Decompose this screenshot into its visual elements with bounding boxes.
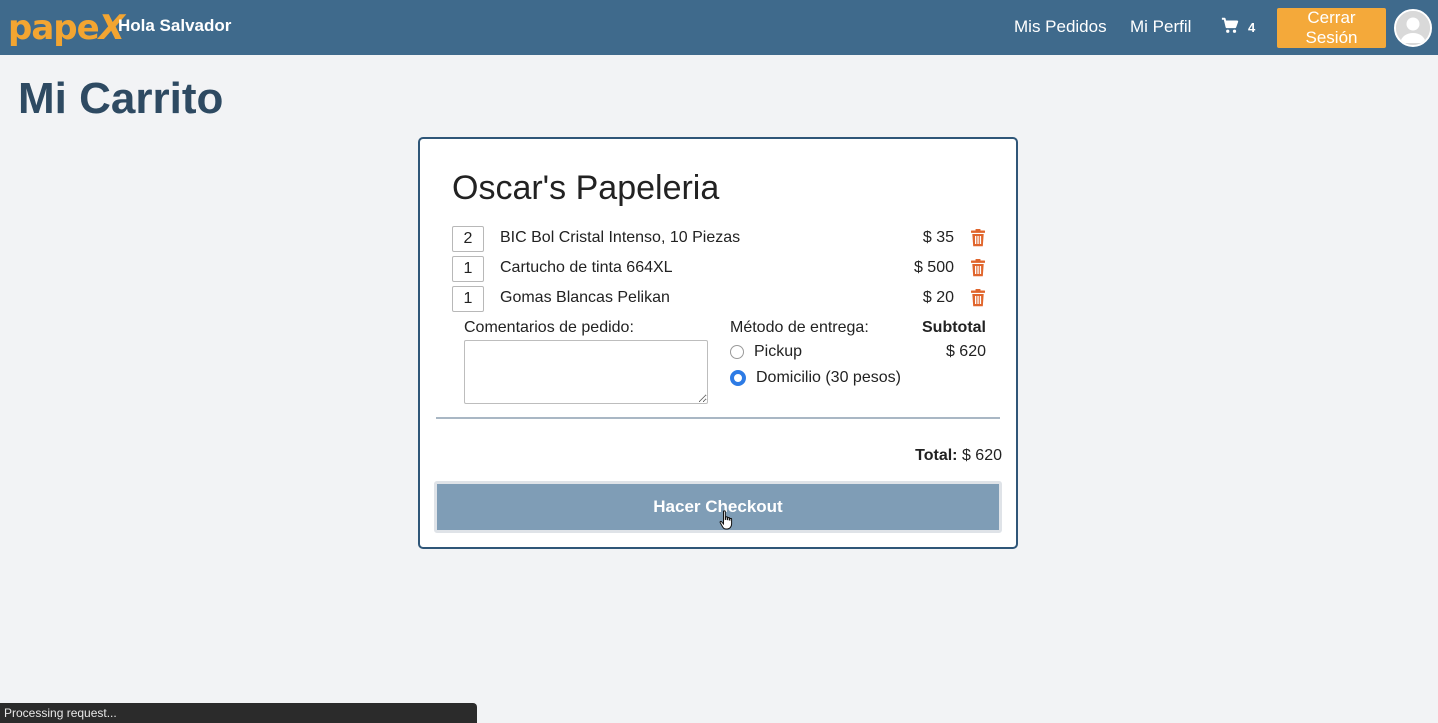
- comments-label: Comentarios de pedido:: [464, 319, 634, 336]
- item-name: BIC Bol Cristal Intenso, 10 Piezas: [500, 229, 741, 246]
- delivery-option-pickup[interactable]: Pickup: [730, 343, 802, 361]
- avatar[interactable]: [1394, 9, 1432, 47]
- checkout-button[interactable]: Hacer Checkout: [434, 481, 1002, 533]
- logo-text: pape: [8, 8, 100, 48]
- delivery-option-domicilio[interactable]: Domicilio (30 pesos): [730, 369, 901, 387]
- radio-pickup[interactable]: [730, 345, 744, 359]
- trash-icon[interactable]: [970, 289, 986, 307]
- item-name: Gomas Blancas Pelikan: [500, 289, 670, 306]
- browser-status-bar: Processing request...: [0, 703, 477, 723]
- radio-domicilio[interactable]: [730, 370, 746, 386]
- cart-item-row: 2 BIC Bol Cristal Intenso, 10 Piezas $ 3…: [452, 226, 986, 252]
- cart-card: Oscar's Papeleria 2 BIC Bol Cristal Inte…: [418, 137, 1018, 549]
- item-price: $ 35: [922, 229, 954, 246]
- greeting-text: Hola Salvador: [118, 16, 232, 35]
- cart-link[interactable]: 4: [1221, 17, 1255, 35]
- comments-textarea[interactable]: [464, 340, 708, 404]
- hand-pointer-cursor-icon: [719, 510, 733, 530]
- total-line: Total: $ 620: [915, 447, 1002, 465]
- cart-item-row: 1 Gomas Blancas Pelikan $ 20: [452, 286, 986, 312]
- quantity-input[interactable]: 1: [452, 256, 484, 282]
- cart-item-row: 1 Cartucho de tinta 664XL $ 500: [452, 256, 986, 282]
- total-label: Total:: [915, 447, 958, 464]
- cart-count-badge: 4: [1248, 20, 1256, 35]
- subtotal-label: Subtotal: [922, 319, 986, 336]
- radio-label-domicilio: Domicilio (30 pesos): [756, 369, 901, 386]
- divider: [436, 417, 1000, 419]
- papex-logo[interactable]: pape X: [8, 8, 125, 48]
- quantity-input[interactable]: 1: [452, 286, 484, 312]
- total-value: $ 620: [961, 447, 1002, 464]
- item-price: $ 500: [913, 259, 954, 276]
- delivery-method-label: Método de entrega:: [730, 319, 869, 336]
- quantity-input[interactable]: 2: [452, 226, 484, 252]
- user-avatar-icon: [1396, 11, 1430, 45]
- item-name: Cartucho de tinta 664XL: [500, 259, 673, 276]
- trash-icon[interactable]: [970, 229, 986, 247]
- shopping-cart-icon: [1221, 17, 1239, 33]
- item-price: $ 20: [922, 289, 954, 306]
- store-name: Oscar's Papeleria: [452, 169, 720, 207]
- trash-icon[interactable]: [970, 259, 986, 277]
- nav-link-orders[interactable]: Mis Pedidos: [1014, 17, 1107, 37]
- radio-label-pickup: Pickup: [754, 343, 803, 360]
- subtotal-value: $ 620: [945, 343, 986, 360]
- nav-link-profile[interactable]: Mi Perfil: [1130, 17, 1191, 37]
- navbar: pape X Hola Salvador Mis Pedidos Mi Perfi…: [0, 0, 1438, 55]
- page-title: Mi Carrito: [18, 74, 224, 123]
- logout-button[interactable]: Cerrar Sesión: [1277, 8, 1386, 48]
